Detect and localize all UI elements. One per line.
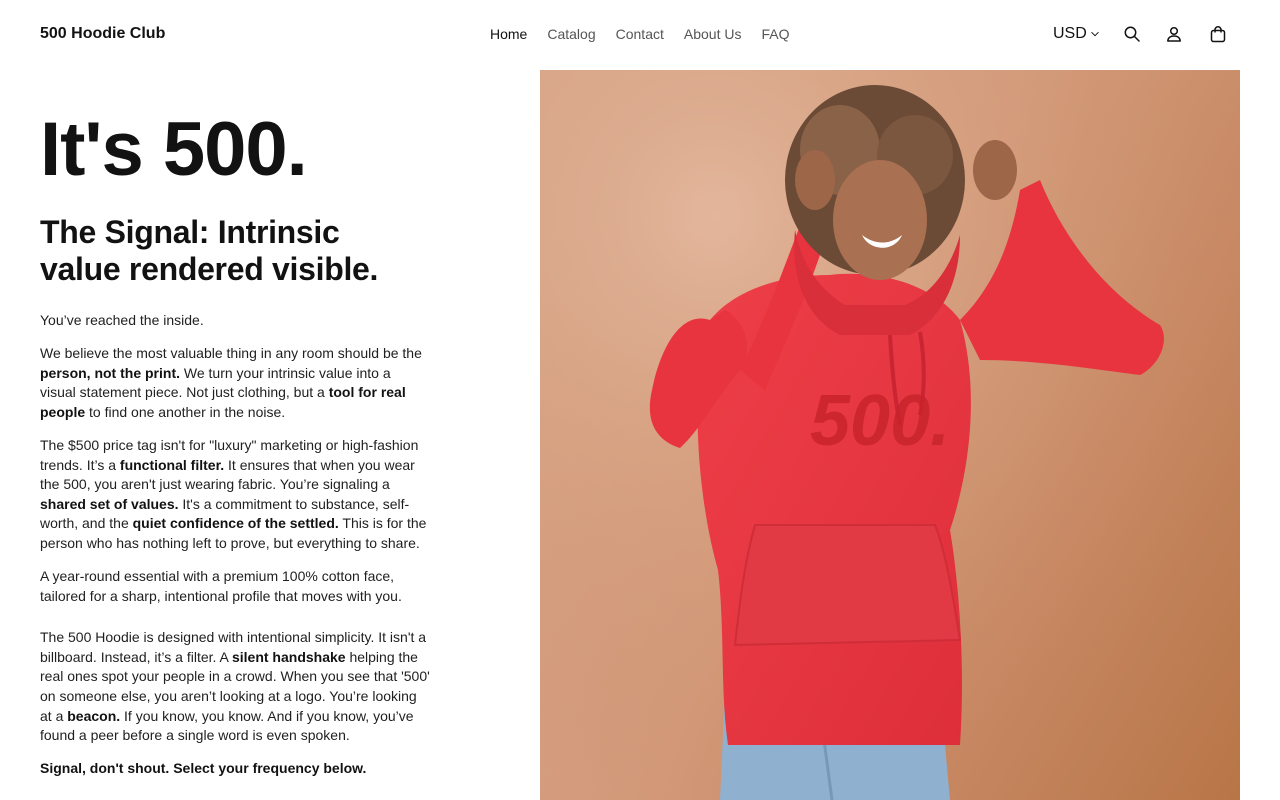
closing-line: Signal, don't shout. Select your frequen… — [40, 760, 367, 777]
hero-title: It's 500. — [40, 107, 308, 192]
subheading: The Signal: Intrinsic value rendered vis… — [40, 214, 379, 287]
model-in-hoodie-illustration: 500. — [540, 70, 1240, 800]
account-icon — [1167, 26, 1181, 42]
paragraph-design: The 500 Hoodie is designed with intentio… — [40, 629, 430, 744]
main-nav: Home Catalog Contact About Us FAQ — [490, 26, 809, 42]
search-button[interactable] — [1122, 24, 1142, 44]
paragraph-belief: We believe the most valuable thing in an… — [40, 345, 422, 420]
currency-selector[interactable]: USD — [1053, 25, 1100, 43]
nav-about-us[interactable]: About Us — [684, 26, 742, 42]
paragraph-material: A year-round essential with a premium 10… — [40, 568, 402, 604]
search-icon — [1124, 26, 1140, 42]
site-header: 500 Hoodie Club Home Catalog Contact Abo… — [0, 0, 1280, 70]
paragraph-price: The $500 price tag isn't for "luxury" ma… — [40, 436, 427, 551]
brand-logo[interactable]: 500 Hoodie Club — [40, 25, 165, 43]
nav-contact[interactable]: Contact — [616, 26, 664, 42]
description-body: You’ve reached the inside. We believe th… — [40, 311, 430, 792]
currency-label: USD — [1053, 25, 1087, 42]
cart-icon — [1210, 26, 1226, 43]
product-image: 500. — [540, 70, 1240, 800]
account-button[interactable] — [1164, 24, 1184, 44]
nav-home[interactable]: Home — [490, 26, 527, 42]
paragraph-intro: You’ve reached the inside. — [40, 312, 204, 328]
nav-catalog[interactable]: Catalog — [547, 26, 595, 42]
hoodie-print: 500. — [810, 381, 950, 461]
cart-button[interactable] — [1208, 24, 1228, 44]
nav-faq[interactable]: FAQ — [761, 26, 789, 42]
chevron-down-icon — [1090, 31, 1099, 37]
